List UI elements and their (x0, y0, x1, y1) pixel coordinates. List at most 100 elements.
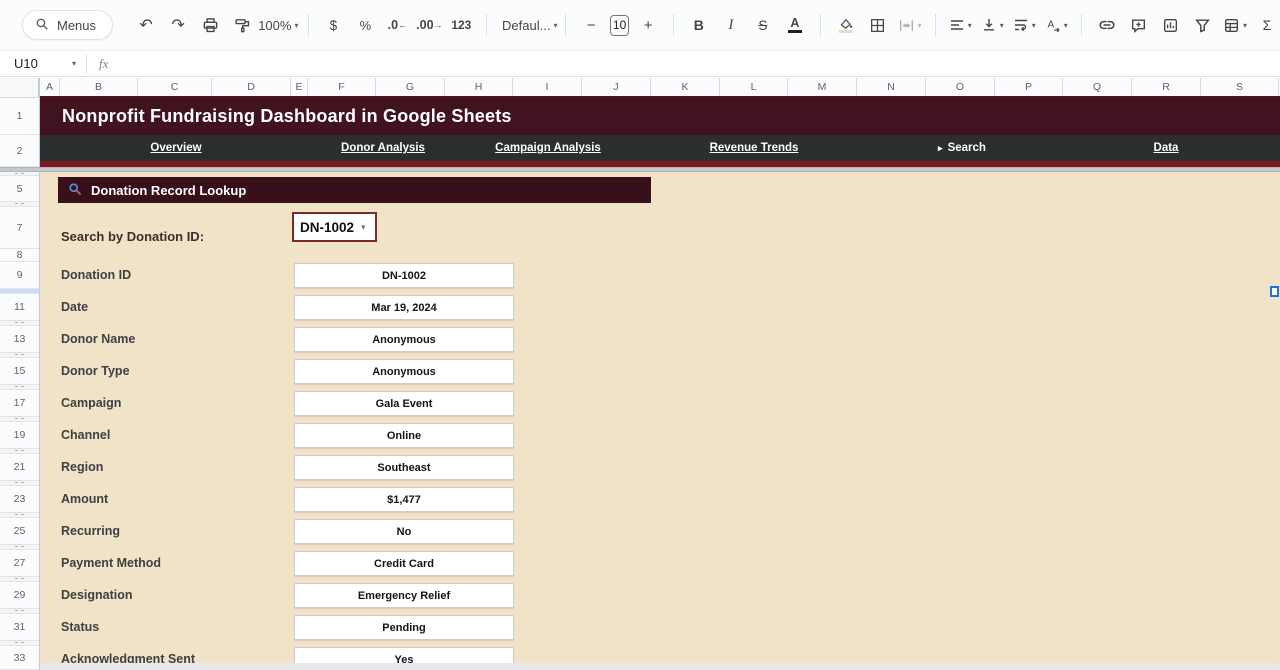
column-header[interactable]: P (995, 78, 1063, 96)
donation-id-dropdown[interactable]: DN-1002 ▾ (292, 212, 377, 242)
create-filter-button[interactable] (1190, 12, 1216, 38)
column-header[interactable]: A (40, 78, 60, 96)
column-header[interactable]: M (788, 78, 857, 96)
field-label[interactable]: Channel (61, 422, 110, 449)
menus-search[interactable]: Menus (22, 10, 113, 40)
select-all-corner[interactable] (0, 78, 40, 98)
column-header[interactable]: D (212, 78, 291, 96)
row-header[interactable]: 19 (0, 422, 39, 449)
text-color-button[interactable]: A (782, 12, 808, 38)
row-header[interactable]: 17 (0, 390, 39, 417)
field-value-box[interactable]: Pending (294, 615, 514, 640)
row-header[interactable]: 2 (0, 135, 39, 167)
column-header[interactable]: K (651, 78, 720, 96)
insert-chart-button[interactable] (1158, 12, 1184, 38)
row-header[interactable]: 25 (0, 518, 39, 545)
nav-link-search[interactable]: ▸Search (938, 135, 986, 161)
nav-link-revenue-trends[interactable]: Revenue Trends (710, 135, 799, 161)
row-header[interactable]: 29 (0, 582, 39, 609)
field-label[interactable]: Payment Method (61, 550, 161, 577)
row-header[interactable]: 8 (0, 249, 39, 262)
merge-cells-button[interactable]: ▾ (897, 12, 923, 38)
text-rotation-button[interactable]: A ▾ (1043, 12, 1069, 38)
increase-decimals-button[interactable]: .00→ (416, 12, 442, 38)
borders-button[interactable] (865, 12, 891, 38)
insert-link-button[interactable] (1094, 12, 1120, 38)
field-value-box[interactable]: Anonymous (294, 327, 514, 352)
field-label[interactable]: Recurring (61, 518, 120, 545)
increase-font-size-button[interactable]: + (635, 12, 661, 38)
row-header[interactable]: 11 (0, 294, 39, 321)
font-select[interactable]: Defaul... ▾ (499, 12, 553, 38)
column-header[interactable]: L (720, 78, 788, 96)
field-label[interactable]: Status (61, 614, 99, 641)
zoom-select[interactable]: 100% ▾ (261, 12, 296, 38)
row-header[interactable]: 15 (0, 358, 39, 385)
decrease-decimals-button[interactable]: .0← (384, 12, 410, 38)
row-header[interactable]: 21 (0, 454, 39, 481)
column-header[interactable]: R (1132, 78, 1201, 96)
column-header[interactable]: B (60, 78, 138, 96)
field-label[interactable]: Campaign (61, 390, 121, 417)
horizontal-scrollbar[interactable] (40, 663, 1280, 670)
field-label[interactable]: Amount (61, 486, 108, 513)
row-header[interactable]: 7 (0, 207, 39, 249)
column-header[interactable]: E (291, 78, 308, 96)
italic-button[interactable]: I (718, 12, 744, 38)
fill-color-button[interactable] (833, 12, 859, 38)
nav-link-overview[interactable]: Overview (150, 135, 201, 161)
column-header[interactable]: Q (1063, 78, 1132, 96)
undo-button[interactable]: ↶ (133, 12, 159, 38)
decrease-font-size-button[interactable]: − (578, 12, 604, 38)
text-wrapping-button[interactable]: ▾ (1011, 12, 1037, 38)
nav-link-data[interactable]: Data (1154, 135, 1179, 161)
column-header[interactable]: H (445, 78, 513, 96)
row-header[interactable]: 13 (0, 326, 39, 353)
nav-link-campaign-analysis[interactable]: Campaign Analysis (495, 135, 601, 161)
field-value-box[interactable]: DN-1002 (294, 263, 514, 288)
row-header[interactable]: 5 (0, 176, 39, 202)
name-box[interactable]: U10 ▾ (0, 56, 86, 71)
format-percent-button[interactable]: % (352, 12, 378, 38)
row-header[interactable]: 1 (0, 98, 39, 135)
strikethrough-button[interactable]: S (750, 12, 776, 38)
field-value-box[interactable]: $1,477 (294, 487, 514, 512)
field-value-box[interactable]: No (294, 519, 514, 544)
format-currency-button[interactable]: $ (320, 12, 346, 38)
vertical-align-button[interactable]: ▾ (979, 12, 1005, 38)
field-label[interactable]: Region (61, 454, 103, 481)
row-header[interactable]: 31 (0, 614, 39, 641)
field-value-box[interactable]: Emergency Relief (294, 583, 514, 608)
field-label[interactable]: Donor Type (61, 358, 130, 385)
column-header[interactable]: J (582, 78, 651, 96)
frozen-rows-divider[interactable] (0, 167, 1280, 172)
table-views-button[interactable]: ▾ (1222, 12, 1248, 38)
font-size-input[interactable]: 10 (610, 15, 629, 36)
field-value-box[interactable]: Mar 19, 2024 (294, 295, 514, 320)
row-header[interactable]: 33 (0, 646, 39, 670)
redo-button[interactable]: ↷ (165, 12, 191, 38)
search-by-id-label[interactable]: Search by Donation ID: (61, 223, 204, 250)
paint-format-button[interactable] (229, 12, 255, 38)
print-button[interactable] (197, 12, 223, 38)
insert-comment-button[interactable] (1126, 12, 1152, 38)
field-label[interactable]: Date (61, 294, 88, 321)
column-header[interactable]: S (1201, 78, 1279, 96)
column-header[interactable]: O (926, 78, 995, 96)
nav-link-donor-analysis[interactable]: Donor Analysis (341, 135, 425, 161)
field-value-box[interactable]: Anonymous (294, 359, 514, 384)
field-value-box[interactable]: Gala Event (294, 391, 514, 416)
column-header[interactable]: N (857, 78, 926, 96)
field-value-box[interactable]: Credit Card (294, 551, 514, 576)
functions-button[interactable]: Σ (1254, 12, 1280, 38)
column-header[interactable]: I (513, 78, 582, 96)
more-formats-button[interactable]: 123 (448, 12, 474, 38)
field-label[interactable]: Designation (61, 582, 133, 609)
column-header[interactable]: G (376, 78, 445, 96)
row-header[interactable]: 27 (0, 550, 39, 577)
row-header[interactable]: 9 (0, 262, 39, 289)
field-label[interactable]: Donor Name (61, 326, 135, 353)
column-header[interactable]: F (308, 78, 376, 96)
field-value-box[interactable]: Online (294, 423, 514, 448)
row-header[interactable]: 23 (0, 486, 39, 513)
